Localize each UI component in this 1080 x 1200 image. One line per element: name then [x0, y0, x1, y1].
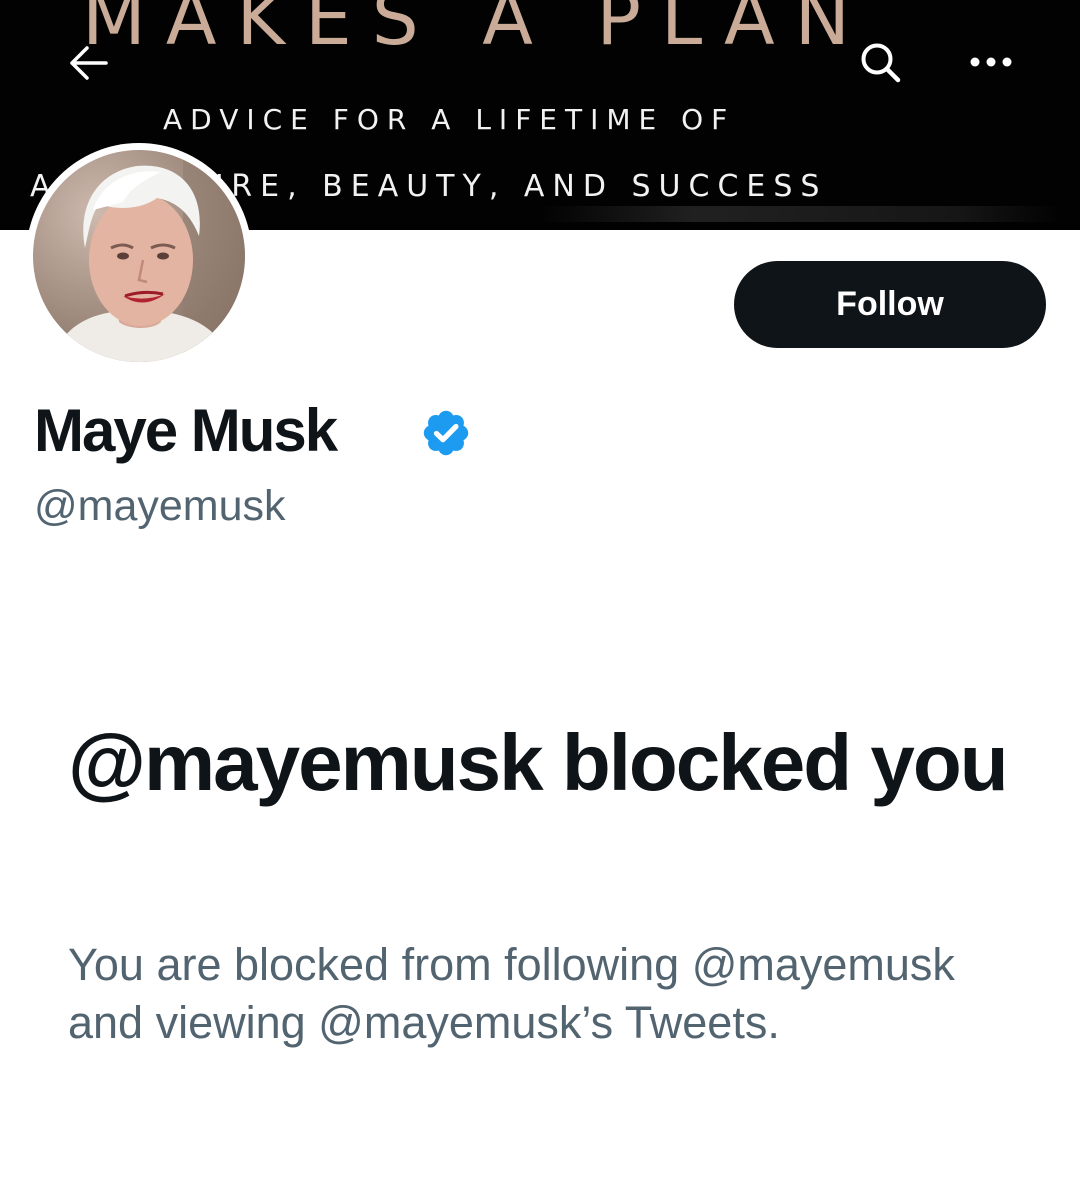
follow-button[interactable]: Follow	[734, 261, 1046, 348]
profile-handle: @mayemusk	[34, 482, 286, 530]
more-horizontal-icon	[970, 57, 1012, 67]
avatar-photo	[33, 150, 245, 362]
search-button[interactable]	[852, 38, 908, 86]
arrow-left-icon	[70, 46, 108, 80]
back-button[interactable]	[62, 40, 114, 86]
banner-tagline-line-1: ADVICE FOR A LIFETIME OF	[163, 103, 736, 136]
banner-texture	[540, 206, 1060, 222]
more-button[interactable]	[958, 40, 1024, 84]
avatar[interactable]	[26, 143, 252, 369]
verified-badge-icon	[423, 410, 469, 456]
banner-title: MAKES A PLAN	[82, 0, 870, 62]
search-icon	[861, 43, 901, 83]
display-name: Maye Musk	[34, 397, 338, 464]
blocked-message: You are blocked from following @mayemusk…	[68, 939, 955, 1048]
blocked-title: @mayemusk blocked you	[68, 718, 1009, 807]
